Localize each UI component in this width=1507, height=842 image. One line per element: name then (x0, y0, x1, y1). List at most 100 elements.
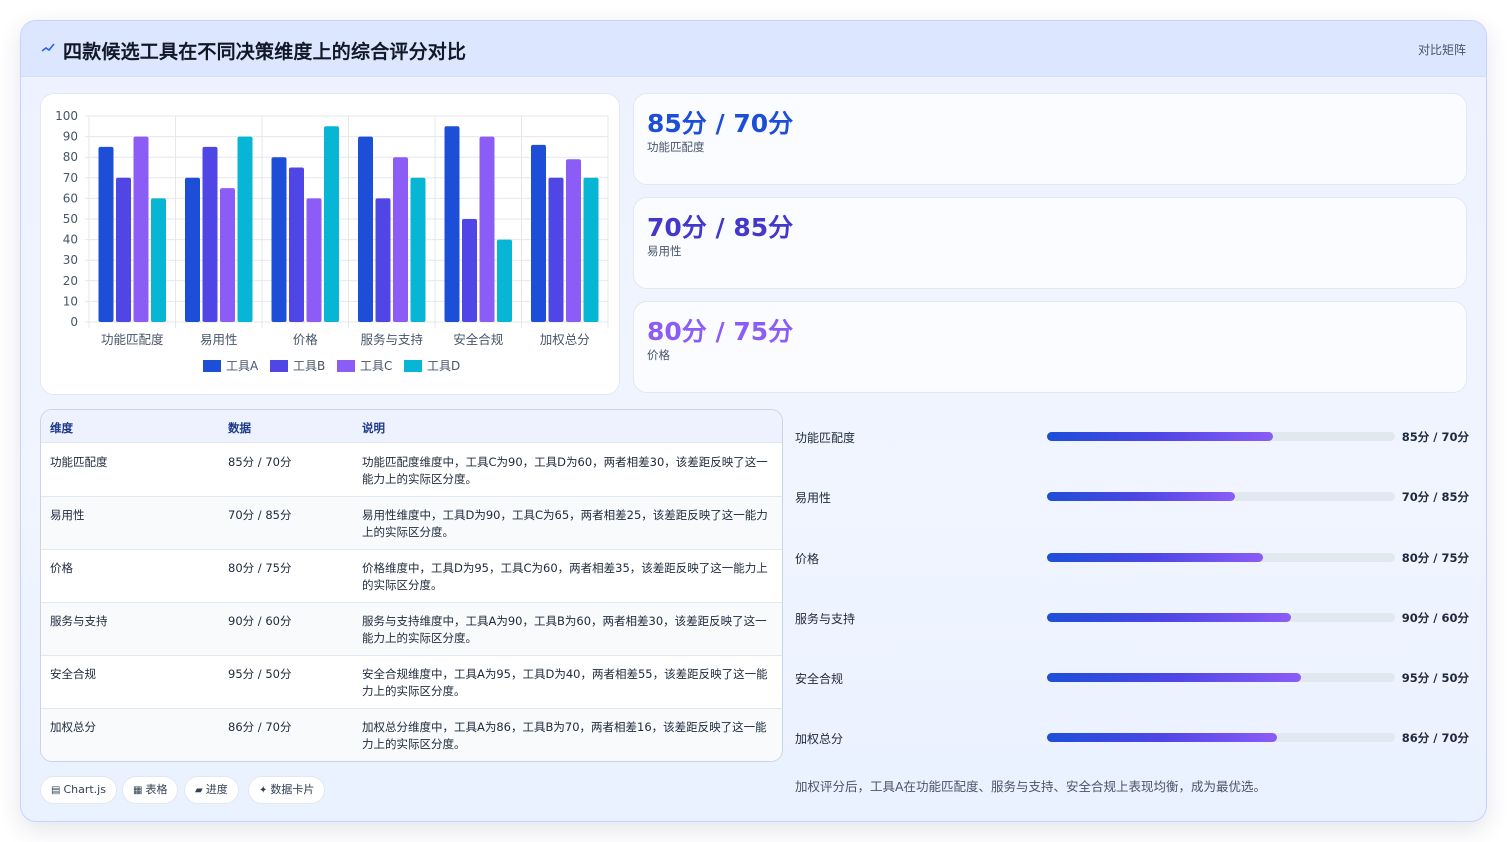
header-bar: 四款候选工具在不同决策维度上的综合评分对比 对比矩阵 (21, 21, 1486, 77)
progress-track (1047, 673, 1395, 682)
y-tick-label: 0 (70, 315, 78, 329)
progress-row: 易用性 70分 / 85分 (795, 486, 1469, 506)
chip-label: Chart.js (63, 783, 106, 796)
card-icon: ✦ (259, 785, 268, 796)
legend-label: 工具C (360, 359, 392, 373)
table-row: 安全合规 95分 / 50分 安全合规维度中，工具A为95，工具D为40，两者相差5… (41, 656, 782, 709)
progress-fill (1047, 432, 1274, 441)
progress-fill (1047, 492, 1235, 501)
chip-chartjs[interactable]: ▤ Chart.js (40, 776, 117, 804)
bar-chart-card: 0 10 20 30 40 50 60 70 80 90 100 功能匹配度 易用性 价格 服务与支持 安全合… (40, 93, 620, 395)
y-tick-label: 60 (63, 191, 78, 205)
view-tag[interactable]: 对比矩阵 (1418, 41, 1466, 58)
progress-label: 易用性 (795, 491, 832, 505)
chip-progress[interactable]: ▰ 进度 (184, 776, 239, 804)
table-row: 服务与支持 90分 / 60分 服务与支持维度中，工具A为90，工具B为60，两者相… (41, 603, 782, 656)
y-tick-label: 90 (63, 130, 78, 144)
bar (548, 177, 564, 322)
table-header: 维度 数据 说明 (41, 410, 782, 443)
progress-value: 70分 / 85分 (1401, 490, 1469, 504)
progress-row: 功能匹配度 85分 / 70分 (795, 426, 1469, 446)
bar (497, 239, 512, 322)
legend-swatch (337, 360, 355, 372)
stat-value: 80分 / 75分 (647, 317, 794, 346)
bar (444, 126, 460, 322)
table-icon: ▦ (133, 785, 143, 796)
progress-icon: ▰ (195, 785, 203, 796)
progress-row: 安全合规 95分 / 50分 (795, 667, 1469, 687)
legend-label: 工具B (293, 359, 325, 373)
cell-data: 80分 / 75分 (228, 561, 292, 575)
cell-description: 安全合规维度中，工具A为95，工具D为40，两者相差55，该差距反映了这一能力上… (362, 667, 768, 698)
cell-description: 加权总分维度中，工具A为86，工具B为70，两者相差16，该差距反映了这一能力上… (362, 720, 767, 751)
progress-label: 价格 (795, 552, 820, 566)
bar (479, 136, 495, 322)
cell-dimension: 服务与支持 (50, 614, 108, 628)
progress-row: 加权总分 86分 / 70分 (795, 727, 1469, 747)
table-row: 加权总分 86分 / 70分 加权总分维度中，工具A为86，工具B为70，两者相差1… (41, 709, 782, 761)
cell-description: 易用性维度中，工具D为90，工具C为65，两者相差25，该差距反映了这一能力上的… (362, 508, 768, 539)
cell-description: 服务与支持维度中，工具A为90，工具B为60，两者相差30，该差距反映了这一能力… (362, 614, 767, 645)
progress-label: 加权总分 (795, 732, 844, 746)
column-header-dimension: 维度 (50, 421, 73, 435)
progress-track (1047, 733, 1395, 742)
stat-label: 价格 (647, 348, 670, 362)
progress-value: 86分 / 70分 (1401, 731, 1469, 745)
comparison-table: 维度 数据 说明 功能匹配度 85分 / 70分 功能匹配度维度中，工具C为90，工… (40, 409, 783, 762)
cell-dimension: 安全合规 (50, 667, 96, 681)
progress-value: 95分 / 50分 (1401, 671, 1469, 685)
stat-value: 70分 / 85分 (647, 213, 794, 242)
bar (324, 126, 339, 322)
progress-row: 价格 80分 / 75分 (795, 547, 1469, 567)
cell-data: 85分 / 70分 (228, 455, 292, 469)
progress-value: 80分 / 75分 (1401, 551, 1469, 565)
cell-data: 90分 / 60分 (228, 614, 292, 628)
cell-dimension: 易用性 (50, 508, 85, 522)
table-row: 价格 80分 / 75分 价格维度中，工具D为95，工具C为60，两者相差35，该差… (41, 550, 782, 603)
table-row: 功能匹配度 85分 / 70分 功能匹配度维度中，工具C为90，工具D为60，两者相… (41, 444, 782, 497)
cell-dimension: 功能匹配度 (50, 455, 108, 469)
bar (133, 136, 149, 322)
stat-card-usability: 70分 / 85分 易用性 (633, 197, 1467, 289)
bar (185, 177, 200, 322)
chart-icon: ▤ (51, 785, 61, 796)
trend-icon (41, 43, 55, 52)
stat-value: 85分 / 70分 (647, 109, 794, 138)
bar (98, 146, 114, 322)
page-title: 四款候选工具在不同决策维度上的综合评分对比 (63, 41, 467, 63)
bar (566, 159, 581, 322)
chip-table[interactable]: ▦ 表格 (122, 776, 179, 804)
progress-label: 服务与支持 (795, 612, 856, 626)
chip-label: 数据卡片 (270, 783, 315, 796)
cell-description: 功能匹配度维度中，工具C为90，工具D为60，两者相差30，该差距反映了这一能力… (362, 455, 768, 486)
progress-value: 85分 / 70分 (1401, 430, 1469, 444)
progress-label: 安全合规 (795, 672, 844, 686)
x-tick-label: 功能匹配度 (101, 332, 164, 347)
stat-label: 功能匹配度 (647, 140, 705, 154)
progress-track (1047, 553, 1395, 562)
cell-data: 70分 / 85分 (228, 508, 292, 522)
cell-data: 86分 / 70分 (228, 720, 292, 734)
bar (306, 198, 322, 322)
bar (237, 136, 253, 322)
chip-data-card[interactable]: ✦ 数据卡片 (248, 776, 326, 804)
x-tick-label: 服务与支持 (360, 332, 423, 347)
bar (151, 198, 166, 322)
legend-swatch (270, 360, 288, 372)
bar (202, 146, 218, 322)
progress-fill (1047, 673, 1302, 682)
legend-label: 工具D (427, 359, 460, 373)
x-tick-label: 价格 (293, 332, 319, 347)
y-tick-label: 10 (63, 294, 78, 308)
bar (116, 177, 131, 322)
progress-track (1047, 613, 1395, 622)
column-header-description: 说明 (362, 421, 385, 435)
bar (583, 177, 599, 322)
cell-dimension: 价格 (50, 561, 73, 575)
progress-track (1047, 432, 1395, 441)
progress-value: 90分 / 60分 (1401, 611, 1469, 625)
y-tick-label: 100 (55, 109, 78, 123)
bar (289, 167, 304, 322)
stat-card-function: 85分 / 70分 功能匹配度 (633, 93, 1467, 185)
y-tick-label: 50 (63, 212, 78, 226)
